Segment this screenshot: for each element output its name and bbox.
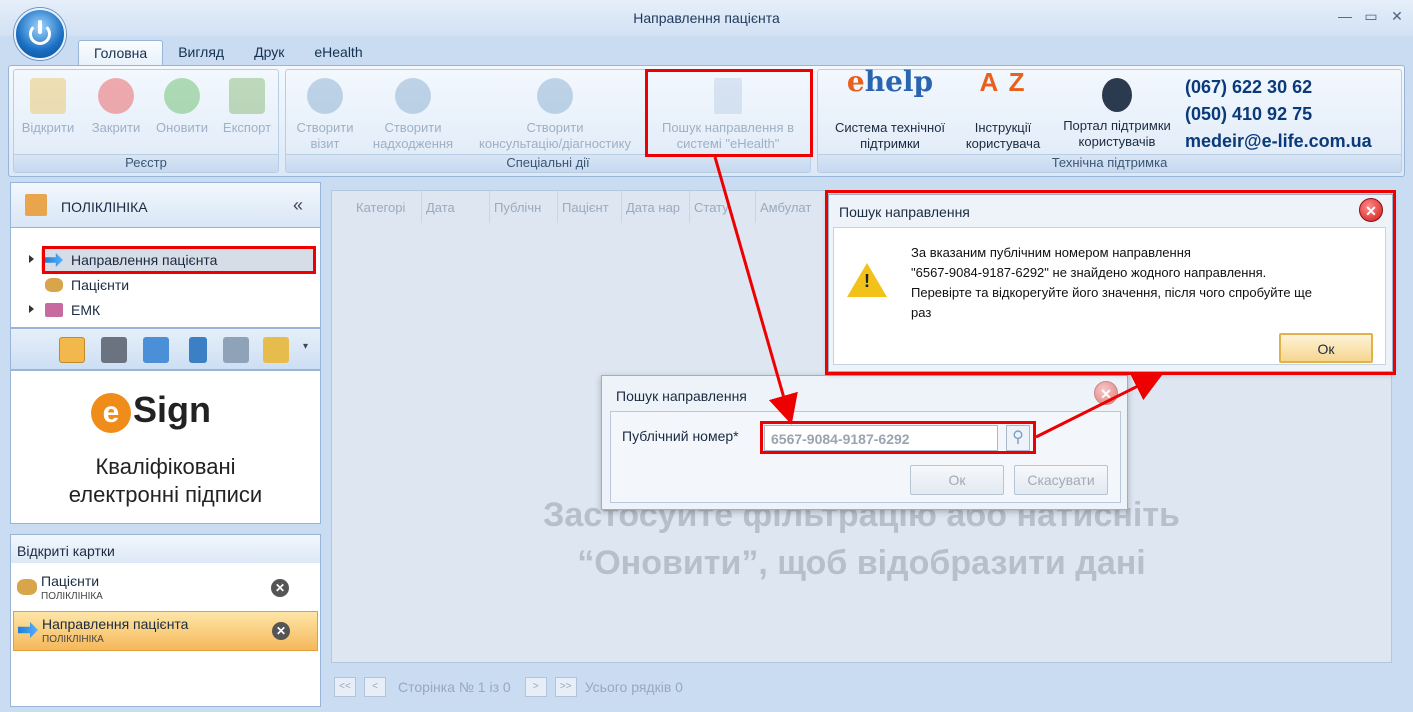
close-button[interactable]: Закрити (86, 74, 146, 136)
minimize-icon[interactable]: — (1335, 8, 1355, 24)
ok-button[interactable]: Ок (910, 465, 1004, 495)
calendar-module-icon[interactable] (143, 337, 169, 363)
group-registry: Відкрити Закрити Оновити Експорт Реєстр (13, 69, 279, 173)
column-header[interactable]: Пацієнт (558, 191, 622, 223)
esign-banner[interactable]: e Sign Кваліфіковані електронні підписи (10, 370, 321, 524)
highlight-box-input (760, 421, 1036, 454)
email: medeir@e-life.com.ua (1185, 131, 1372, 151)
cancel-button[interactable]: Скасувати (1014, 465, 1108, 495)
ribbon-tabs: Головна Вигляд Друк eHealth (78, 40, 378, 66)
refresh-icon (164, 78, 200, 114)
hospital-module-icon[interactable] (101, 337, 127, 363)
medicine-module-icon[interactable] (189, 337, 207, 363)
contact-info: (067) 622 30 62 (050) 410 92 75 medeir@e… (1185, 74, 1372, 155)
column-header[interactable]: Дата (422, 191, 490, 223)
column-header[interactable]: Дата нар (622, 191, 690, 223)
collapse-panel-icon[interactable]: « (293, 195, 303, 216)
column-header[interactable]: Стату (690, 191, 756, 223)
dialog-title: Пошук направлення (616, 388, 747, 404)
doctor-icon (537, 78, 573, 114)
close-window-icon[interactable]: ✕ (1387, 8, 1407, 25)
support-portal-button[interactable]: Портал підтримки користувачів (1052, 74, 1182, 150)
page-indicator: Сторінка № 1 із 0 (398, 679, 511, 695)
column-header[interactable]: Публічн (490, 191, 558, 223)
patients-icon (17, 579, 37, 595)
folder-icon (30, 78, 66, 114)
highlight-box-tree (42, 246, 316, 274)
public-number-label: Публічний номер* (622, 428, 739, 444)
catalog-module-icon[interactable] (223, 337, 249, 363)
window-title: Направлення пацієнта (633, 10, 780, 26)
tab-view[interactable]: Вигляд (163, 40, 239, 66)
medical-record-icon (45, 303, 63, 317)
column-header[interactable]: Категорі (352, 191, 422, 223)
create-consultation-button[interactable]: Створити консультацію/діагностику (466, 74, 644, 152)
esign-text: Кваліфіковані електронні підписи (68, 454, 263, 507)
module-toolbar: ▾ (10, 328, 321, 370)
close-dialog-icon[interactable]: ✕ (1094, 381, 1118, 405)
clinic-icon (25, 194, 47, 216)
create-admission-button[interactable]: Створити надходження (364, 74, 462, 152)
group-label: Технічна підтримка (818, 154, 1401, 172)
close-circle-icon (98, 78, 134, 114)
tab-home[interactable]: Головна (78, 40, 164, 66)
highlight-box-error (825, 190, 1396, 375)
bed-icon (395, 78, 431, 114)
grid-header: Категорі Дата Публічн Пацієнт Дата нар С… (352, 191, 836, 223)
prev-page-button[interactable]: < (364, 677, 386, 697)
navigator-tree: Направлення пацієнта Пацієнти ЕМК (10, 228, 321, 328)
folder-module-icon[interactable] (263, 337, 289, 363)
tab-print[interactable]: Друк (239, 40, 299, 66)
patients-icon (45, 278, 63, 292)
app-menu-button[interactable] (14, 8, 66, 60)
navigator-header: ПОЛІКЛІНІКА « (10, 182, 321, 228)
left-panel: ПОЛІКЛІНІКА « Направлення пацієнта Паціє… (10, 182, 321, 707)
headset-icon (1102, 78, 1132, 112)
bed-icon (307, 78, 343, 114)
pager: << < Сторінка № 1 із 0 > >> Усього рядкі… (334, 676, 683, 698)
az-book-icon: A Z (979, 67, 1027, 97)
open-cards-panel: Відкриті картки Пацієнти ПОЛІКЛІНІКА ✕ Н… (10, 534, 321, 707)
ehelp-logo-icon: ehelp (846, 65, 934, 98)
highlight-box-ribbon (645, 69, 813, 157)
expand-arrow-icon[interactable] (29, 255, 34, 263)
tree-item-patients[interactable]: Пацієнти (41, 274, 129, 296)
refresh-button[interactable]: Оновити (150, 74, 214, 136)
open-card[interactable]: Пацієнти ПОЛІКЛІНІКА ✕ (13, 569, 318, 609)
open-cards-title: Відкриті картки (11, 535, 320, 563)
close-card-icon[interactable]: ✕ (271, 579, 289, 597)
navigator-title: ПОЛІКЛІНІКА (61, 199, 148, 215)
export-button[interactable]: Експорт (218, 74, 276, 136)
tech-support-system-button[interactable]: ehelp Система технічної підтримки (824, 65, 956, 152)
expand-arrow-icon[interactable] (29, 305, 34, 313)
tab-ehealth[interactable]: eHealth (299, 40, 377, 66)
last-page-button[interactable]: >> (554, 677, 577, 697)
phone-1: (067) 622 30 62 (1185, 77, 1313, 97)
open-card-active[interactable]: Направлення пацієнта ПОЛІКЛІНІКА ✕ (13, 611, 318, 651)
maximize-icon[interactable]: ▭ (1361, 8, 1381, 25)
user-instructions-button[interactable]: A Z Інструкції користувача (958, 67, 1048, 152)
clinic-module-icon[interactable] (59, 337, 85, 363)
close-card-icon[interactable]: ✕ (272, 622, 290, 640)
first-page-button[interactable]: << (334, 677, 356, 697)
total-rows: Усього рядків 0 (584, 679, 683, 695)
esign-logo: e Sign (91, 389, 211, 433)
title-bar: Направлення пацієнта — ▭ ✕ (0, 0, 1413, 36)
phone-2: (050) 410 92 75 (1185, 104, 1313, 124)
more-modules-icon[interactable]: ▾ (303, 341, 308, 352)
group-label: Реєстр (14, 154, 278, 172)
spreadsheet-icon (229, 78, 265, 114)
arrow-right-icon (18, 622, 38, 638)
column-header[interactable]: Амбулат (756, 191, 836, 223)
open-button[interactable]: Відкрити (16, 74, 80, 136)
next-page-button[interactable]: > (524, 677, 547, 697)
tree-item-emk[interactable]: ЕМК (41, 299, 100, 321)
create-visit-button[interactable]: Створити візит (290, 74, 360, 152)
